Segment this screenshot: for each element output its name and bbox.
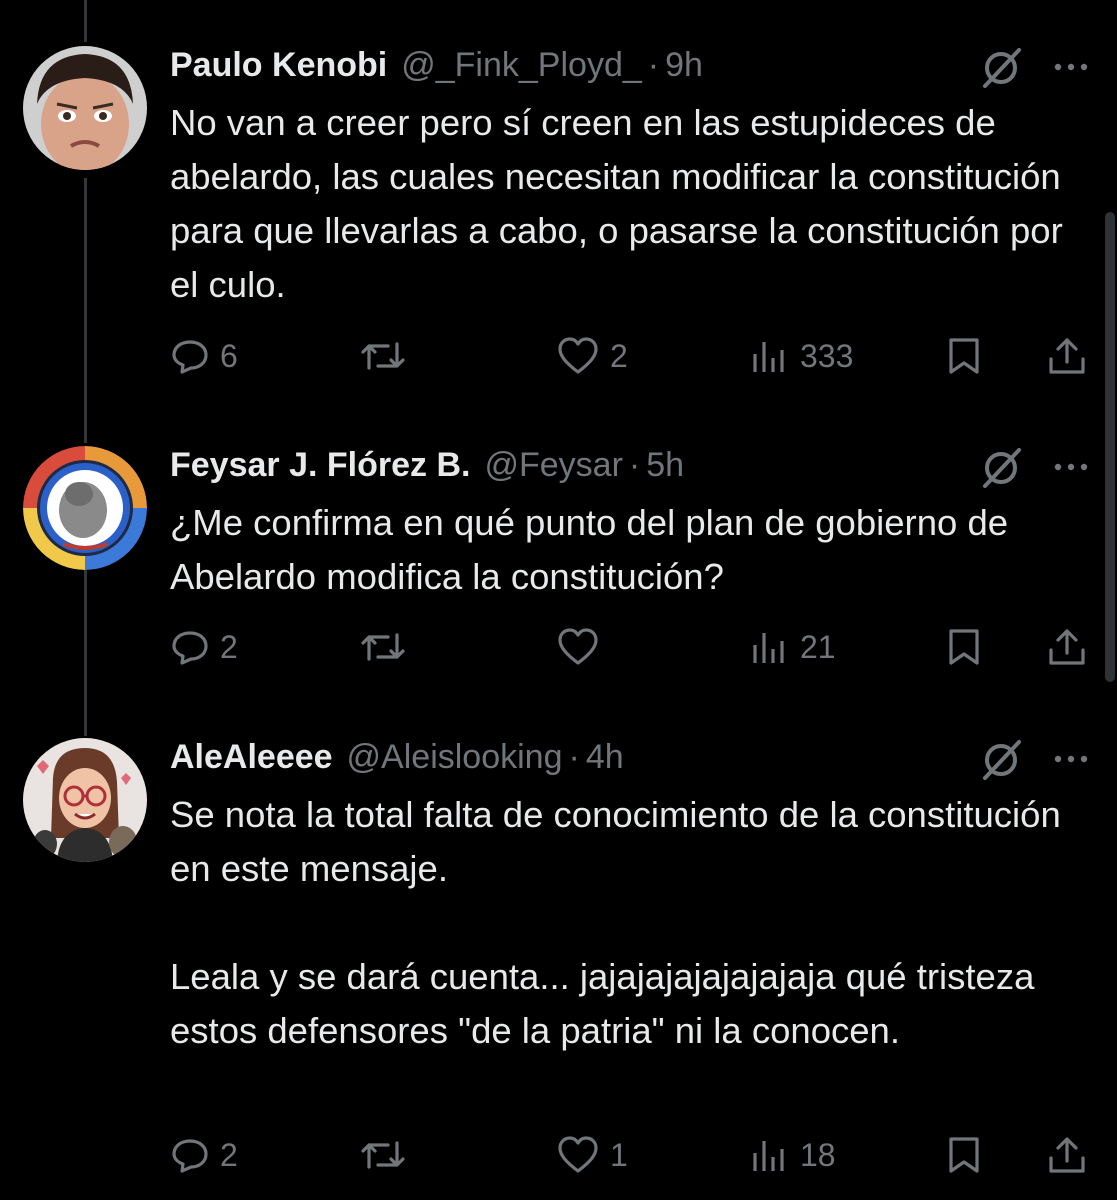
display-name[interactable]: Paulo Kenobi [170, 46, 387, 85]
tweet-header: Feysar J. Flórez B. @Feysar · 5h [170, 446, 684, 486]
like-icon [558, 337, 598, 374]
reply-icon [172, 340, 208, 374]
thread-line-top [84, 0, 87, 42]
tweet-text: Se nota la total falta de conocimiento d… [170, 788, 1070, 1058]
reply-button[interactable]: 6 [170, 331, 238, 381]
separator-dot: · [647, 46, 660, 84]
reply-button[interactable]: 2 [170, 1130, 238, 1180]
repost-icon [361, 1141, 405, 1169]
tweet[interactable]: AleAleeee @Aleislooking · 4h Se nota la … [0, 738, 1117, 1188]
share-button[interactable] [1046, 622, 1088, 672]
like-count: 1 [610, 1136, 628, 1173]
reply-icon [172, 631, 208, 665]
tweet-text: ¿Me confirma en qué punto del plan de go… [170, 496, 1070, 604]
action-bar: 2 1 18 [170, 1130, 1090, 1180]
repost-button[interactable] [360, 1130, 416, 1180]
more-icon[interactable] [1051, 452, 1091, 482]
like-icon [558, 1136, 598, 1173]
share-button[interactable] [1046, 1130, 1088, 1180]
user-handle[interactable]: @Aleislooking [347, 738, 563, 777]
tweet[interactable]: Paulo Kenobi @_Fink_Ployd_ · 9h No van a… [0, 46, 1117, 396]
bookmark-icon [949, 338, 979, 374]
reply-button[interactable]: 2 [170, 622, 238, 672]
more-icon[interactable] [1051, 52, 1091, 82]
action-bar: 2 21 [170, 622, 1090, 672]
views-icon [753, 342, 784, 372]
like-count: 2 [610, 337, 628, 374]
tweet-text-paragraph: ¿Me confirma en qué punto del plan de go… [170, 502, 1009, 597]
tweet[interactable]: Feysar J. Flórez B. @Feysar · 5h ¿Me con… [0, 446, 1117, 686]
bookmark-button[interactable] [946, 331, 982, 381]
tweet-text: No van a creer pero sí creen en las estu… [170, 96, 1070, 312]
tweet-text-paragraph-1: Se nota la total falta de conocimiento d… [170, 794, 1061, 889]
timestamp[interactable]: 9h [665, 46, 703, 85]
view-count: 18 [800, 1136, 836, 1173]
more-icon[interactable] [1051, 744, 1091, 774]
bookmark-button[interactable] [946, 622, 982, 672]
user-handle[interactable]: @Feysar [484, 446, 622, 485]
reply-count: 2 [220, 1136, 238, 1173]
separator-dot: · [628, 446, 641, 484]
like-button[interactable]: 2 [556, 331, 628, 381]
bookmark-icon [949, 1137, 979, 1173]
like-button[interactable] [556, 622, 610, 672]
repost-button[interactable] [360, 622, 416, 672]
timestamp[interactable]: 4h [586, 738, 624, 777]
share-icon [1049, 1137, 1085, 1173]
tweet-header: AleAleeee @Aleislooking · 4h [170, 738, 624, 778]
avatar[interactable] [23, 738, 147, 862]
tweet-text-paragraph-2: Leala y se dará cuenta... jajajajajajaja… [170, 956, 1035, 1051]
view-count: 333 [800, 337, 854, 374]
avatar[interactable] [23, 46, 147, 170]
views-icon [753, 1141, 784, 1171]
display-name[interactable]: AleAleeee [170, 738, 333, 777]
timestamp[interactable]: 5h [646, 446, 684, 485]
repost-icon [361, 633, 405, 661]
tweet-text-paragraph: No van a creer pero sí creen en las estu… [170, 102, 1063, 305]
share-button[interactable] [1046, 331, 1088, 381]
views-button[interactable]: 18 [750, 1130, 836, 1180]
grok-icon[interactable] [979, 446, 1023, 490]
like-icon [558, 628, 598, 665]
repost-icon [361, 342, 405, 370]
action-bar: 6 2 333 [170, 331, 1090, 381]
grok-icon[interactable] [979, 738, 1023, 782]
tweet-header: Paulo Kenobi @_Fink_Ployd_ · 9h [170, 46, 703, 86]
display-name[interactable]: Feysar J. Flórez B. [170, 446, 470, 485]
view-count: 21 [800, 628, 836, 665]
reply-count: 2 [220, 628, 238, 665]
bookmark-icon [949, 629, 979, 665]
repost-button[interactable] [360, 331, 416, 381]
reply-icon [172, 1139, 208, 1173]
bookmark-button[interactable] [946, 1130, 982, 1180]
reply-count: 6 [220, 337, 238, 374]
separator-dot: · [568, 738, 580, 776]
views-button[interactable]: 21 [750, 622, 836, 672]
share-icon [1049, 629, 1085, 665]
like-button[interactable]: 1 [556, 1130, 628, 1180]
views-button[interactable]: 333 [750, 331, 853, 381]
user-handle[interactable]: @_Fink_Ployd_ [401, 46, 642, 85]
views-icon [753, 633, 784, 663]
avatar[interactable] [23, 446, 147, 570]
share-icon [1049, 338, 1085, 374]
grok-icon[interactable] [979, 46, 1023, 90]
